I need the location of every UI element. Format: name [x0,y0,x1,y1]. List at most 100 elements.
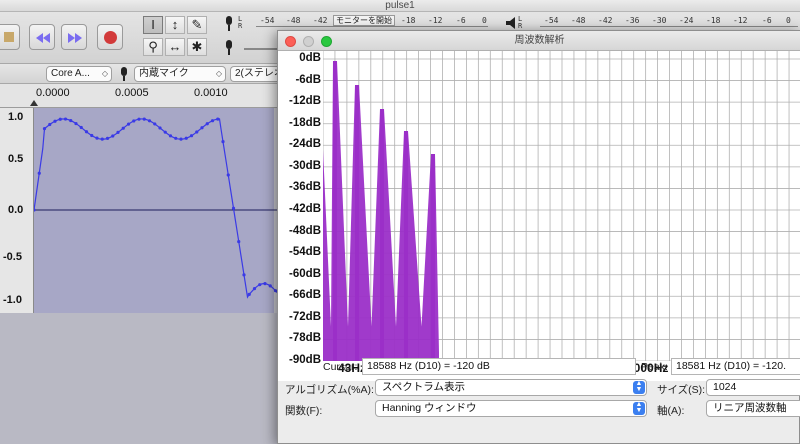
waveform-sample-point [179,137,183,141]
zoom-window-button[interactable] [321,36,332,47]
waveform-sample-point [111,134,115,138]
input-mic-icon [121,67,127,81]
audacity-screen: pulse1 I ↕ ✎ ⚲ ↔ ✱ L R -54 -48 -42 モニターを… [0,0,800,444]
waveform-sample-point [105,136,110,141]
db-axis-label: -78dB [289,332,321,345]
spectrum-plot[interactable] [323,51,800,361]
waveform-sample-point [205,122,209,126]
waveform-sample-point [58,117,62,121]
start-monitor-button[interactable]: モニターを開始 [333,15,395,26]
spectrum-peak [333,61,337,361]
rec-meter-scale-5: -6 [456,16,466,25]
waveform-sample-point [237,239,241,244]
spectrum-peak [380,109,384,361]
record-icon [104,31,117,44]
envelope-tool[interactable]: ↕ [165,16,185,34]
axis-value: リニア周波数軸 [713,402,787,414]
waveform-sample-point [258,283,262,287]
waveform-sample-point [132,119,136,123]
input-device-select[interactable]: 内蔵マイク ◇ [134,66,226,82]
algorithm-select[interactable]: スペクトラム表示 ▲ ▼ [375,379,647,396]
input-volume-slider[interactable] [244,48,278,50]
zoom-tool[interactable]: ⚲ [143,38,163,56]
waveform-sample-point [200,126,204,130]
spectrum-peak [431,154,435,361]
play-meter-scale-8: -6 [762,16,772,25]
db-axis-label: -60dB [289,267,321,280]
main-window-title: pulse1 [0,0,800,12]
waveform-sample-point [221,140,225,144]
waveform-sample-point [116,130,120,135]
rec-meter-scale-0: -54 [260,16,275,25]
skip-start-icon [36,33,50,43]
waveform-sample-point [268,284,272,288]
audio-host-select[interactable]: Core A... ◇ [46,66,112,82]
select-stepper-icon: ▲ ▼ [633,380,645,394]
mic-volume-icon [226,40,232,55]
db-axis-label: 0dB [299,52,321,64]
rec-meter-scale-2: -42 [313,16,328,25]
waveform-sample-point [168,134,173,138]
db-axis-label: -30dB [289,159,321,172]
db-axis-label: -6dB [295,73,321,86]
play-meter-scale-1: -48 [571,16,586,25]
select-stepper-icon: ▲ ▼ [633,401,645,415]
amplitude-label: 1.0 [8,111,24,123]
play-meter-bar[interactable] [540,26,798,27]
minimize-window-button[interactable] [303,36,314,47]
waveform-sample-point [147,119,152,123]
rec-meter-bar[interactable] [256,26,488,27]
waveform-sample-point [189,134,194,138]
waveform-sample-point [195,130,199,134]
waveform-sample-point [137,117,141,121]
waveform-sample-point [121,126,125,130]
play-meter-scale-9: 0 [786,16,791,25]
spectrum-window-title: 周波数解析 [278,31,800,51]
play-meter-scale-0: -54 [544,16,559,25]
waveform-sample-point [247,292,251,296]
skip-start-button[interactable] [29,24,55,50]
waveform-sample-point [242,273,246,277]
peak-label: Peak: [641,361,668,373]
waveform-sample-point [216,117,220,121]
record-button[interactable] [97,24,123,50]
skip-end-button[interactable] [61,24,87,50]
multi-tool[interactable]: ✱ [187,38,207,56]
db-axis-label: -72dB [289,310,321,323]
pause-button[interactable] [0,24,20,50]
axis-select[interactable]: リニア周波数軸 [706,400,800,417]
db-axis-label: -24dB [289,138,321,151]
axis-label: 軸(A): [657,405,685,417]
chevron-updown-icon: ◇ [101,69,108,78]
db-axis-label: -48dB [289,224,321,237]
waveform-sample-point [42,127,47,131]
waveform-sample-point [63,117,68,121]
waveform-sample-point [226,173,230,177]
timeshift-tool[interactable]: ↔ [165,38,185,56]
peak-readout: 18581 Hz (D10) = -120. [671,358,800,375]
db-axis-label: -66dB [289,289,321,302]
frequency-analysis-window: 周波数解析 0dB -6dB -12dB -18dB -24dB -30dB -36dB -4… [277,30,800,444]
waveform-sample-point [263,282,267,286]
rec-meter-scale-6: 0 [482,16,487,25]
waveform-sample-point [95,136,99,140]
play-meter-scale-4: -30 [652,16,667,25]
close-window-button[interactable] [285,36,296,47]
draw-tool[interactable]: ✎ [187,16,207,34]
waveform-sample-point [79,125,83,130]
function-label: 関数(F): [285,405,323,417]
db-axis-label: -36dB [289,181,321,194]
selection-tool[interactable]: I [143,16,163,34]
waveform-sample-point [100,137,104,141]
size-select[interactable]: 1024 [706,379,800,396]
audio-host-value: Core A... [51,68,90,79]
db-axis-label: -90dB [289,354,321,366]
window-function-select[interactable]: Hanning ウィンドウ ▲ ▼ [375,400,647,417]
waveform-sample-point [158,126,162,130]
waveform-sample-point [142,117,146,121]
waveform-sample-point [126,122,131,126]
spectrum-plot-area: 0dB -6dB -12dB -18dB -24dB -30dB -36dB -42dB -48… [278,51,800,381]
skip-end-icon [68,33,82,43]
waveform-sample-point [184,136,188,140]
size-label: サイズ(S): [657,384,706,396]
